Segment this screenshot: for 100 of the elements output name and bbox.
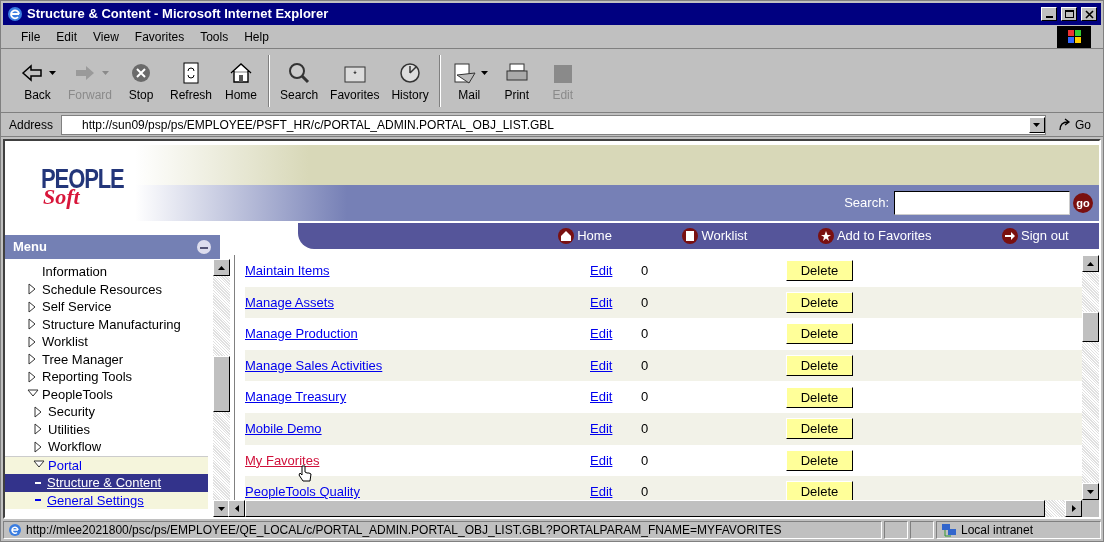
scroll-up-button[interactable]: [1082, 255, 1099, 272]
menu-folder-item[interactable]: Schedule Resources: [42, 280, 162, 298]
toolbar-button[interactable]: Print: [493, 51, 540, 110]
toolbar-button[interactable]: Favorites: [324, 51, 386, 110]
edit-link[interactable]: Edit: [590, 355, 641, 376]
scroll-up-button[interactable]: [213, 259, 230, 276]
nav-link[interactable]: Worklist: [682, 226, 748, 246]
menu-folder-item[interactable]: Portal: [48, 456, 82, 474]
go-button[interactable]: go: [1073, 193, 1093, 213]
toolbar-button[interactable]: Stop: [118, 51, 164, 110]
menu-item[interactable]: Edit: [48, 27, 86, 46]
scroll-thumb[interactable]: [245, 500, 1045, 517]
close-icon: [1083, 9, 1095, 19]
zone-text: Local intranet: [961, 522, 1034, 539]
nav-link[interactable]: Add to Favorites: [817, 226, 932, 246]
minimize-button[interactable]: [1041, 7, 1057, 21]
count-text: 0: [641, 420, 650, 438]
item-link[interactable]: Manage Production: [245, 324, 590, 344]
caret-icon: [1033, 122, 1041, 127]
close-button[interactable]: [1081, 7, 1097, 21]
delete-button[interactable]: Delete: [786, 260, 853, 282]
scroll-left-button[interactable]: [228, 500, 245, 517]
item-link[interactable]: PeopleTools Quality: [245, 482, 590, 500]
delete-button[interactable]: Delete: [786, 386, 853, 408]
star-icon: [817, 228, 834, 244]
edit-link[interactable]: Edit: [590, 482, 641, 500]
menu-item[interactable]: Information: [5, 263, 208, 281]
search-field[interactable]: [894, 191, 1070, 215]
menu-folder-item[interactable]: Security: [48, 403, 95, 421]
edit-link[interactable]: Edit: [590, 261, 641, 281]
delete-button[interactable]: Delete: [786, 355, 853, 377]
scroll-right-button[interactable]: [1065, 500, 1082, 517]
scroll-thumb[interactable]: [213, 356, 230, 412]
home-icon: [558, 228, 575, 244]
dropdown-caret-icon: [49, 70, 56, 75]
search-label: Search:: [844, 194, 889, 213]
count-text: 0: [641, 388, 650, 407]
bullet-icon: [35, 481, 41, 484]
count-text: 0: [641, 483, 650, 500]
menu-item[interactable]: File: [13, 27, 49, 46]
toolbar-button[interactable]: Home: [218, 51, 265, 110]
menu-folder-item[interactable]: Tree Manager: [42, 350, 124, 368]
delete-button[interactable]: Delete: [786, 291, 853, 313]
arrow-icon: [1058, 118, 1071, 131]
left-arrow-icon: [234, 505, 239, 512]
scroll-down-button[interactable]: [1082, 483, 1099, 500]
menu-item[interactable]: Tools: [192, 27, 237, 46]
toolbar-button[interactable]: Refresh: [164, 51, 219, 110]
down-arrow-icon: [218, 506, 225, 511]
item-link[interactable]: Mobile Demo: [245, 419, 590, 439]
dropdown-caret-icon: [480, 70, 488, 75]
delete-button[interactable]: Delete: [786, 418, 853, 440]
edit-link[interactable]: Edit: [590, 324, 641, 344]
toolbar-button[interactable]: History: [385, 51, 435, 110]
menu-item[interactable]: Help: [236, 27, 277, 46]
menu-folder-item[interactable]: Workflow: [48, 438, 102, 456]
edit-link[interactable]: Edit: [590, 387, 641, 407]
status-panel: [910, 521, 934, 539]
menu-folder-item[interactable]: Worklist: [42, 333, 88, 351]
edit-link[interactable]: Edit: [590, 419, 641, 439]
network-computers-icon: [941, 522, 957, 538]
count-text: 0: [641, 293, 650, 312]
maximize-icon: [1063, 9, 1075, 19]
toolbar-button[interactable]: Search: [274, 51, 325, 110]
windows-flag-icon: [1066, 29, 1082, 44]
menu-folder-item[interactable]: Utilities: [48, 420, 90, 438]
edit-link[interactable]: Edit: [590, 450, 641, 471]
delete-button[interactable]: Delete: [786, 449, 853, 471]
edit-link[interactable]: Edit: [590, 292, 641, 313]
item-link[interactable]: Manage Assets: [245, 292, 590, 313]
menu-folder-item[interactable]: Reporting Tools: [42, 368, 133, 386]
menu-link-row[interactable]: Structure & Content: [5, 474, 208, 492]
menu-item[interactable]: Favorites: [126, 27, 193, 46]
bullet-icon: [35, 499, 41, 502]
toolbar-button[interactable]: Back: [13, 51, 62, 110]
toolbar-button[interactable]: Mail: [444, 51, 494, 110]
menu-title: Menu: [13, 238, 47, 257]
menu-item[interactable]: View: [85, 27, 127, 46]
item-link[interactable]: Manage Sales Activities: [245, 355, 590, 376]
item-link[interactable]: My Favorites: [245, 450, 590, 471]
maximize-button[interactable]: [1061, 7, 1077, 21]
menu-folder-item[interactable]: Structure Manufacturing: [42, 315, 181, 333]
nav-link[interactable]: Sign out: [1002, 226, 1069, 246]
menu-folder-item[interactable]: Self Service: [42, 298, 112, 316]
right-arrow-icon: [1071, 505, 1076, 512]
delete-button[interactable]: Delete: [786, 323, 853, 345]
go-button[interactable]: Go: [1054, 115, 1095, 134]
menu-folder-item[interactable]: PeopleTools: [42, 385, 113, 403]
count-text: 0: [641, 356, 650, 375]
scroll-thumb[interactable]: [1082, 312, 1099, 342]
address-field[interactable]: http://sun09/psp/ps/EMPLOYEE/PSFT_HR/c/PORTAL_ADMIN.PORTAL_OBJ_LIST.GBL: [61, 114, 1046, 135]
item-link[interactable]: Maintain Items: [245, 261, 590, 281]
item-link[interactable]: Manage Treasury: [245, 387, 590, 407]
status-panel: [884, 521, 908, 539]
dropdown-caret-icon: [101, 70, 109, 75]
count-text: 0: [641, 262, 650, 281]
count-text: 0: [641, 325, 650, 344]
delete-button[interactable]: Delete: [786, 481, 853, 500]
nav-link[interactable]: Home: [558, 226, 612, 246]
dropdown-button[interactable]: [1029, 116, 1045, 133]
